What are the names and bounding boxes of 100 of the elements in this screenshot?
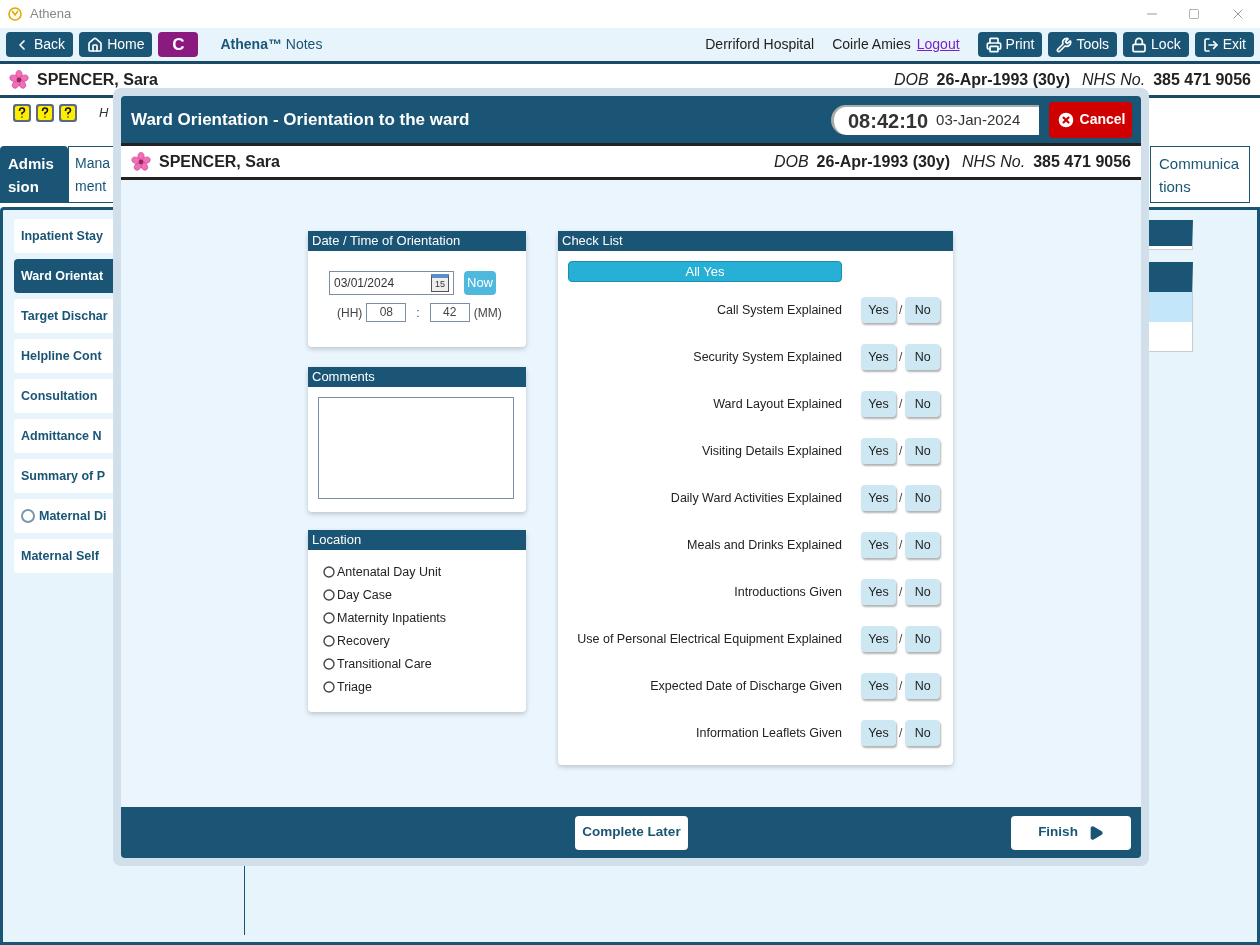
wrench-icon: [1056, 36, 1073, 53]
tab[interactable]: Communica tions: [1150, 146, 1250, 203]
checklist-label: Visiting Details Explained: [700, 442, 842, 460]
checklist-label: Ward Layout Explained: [712, 395, 842, 413]
radio-label: Transitional Care: [337, 655, 432, 673]
comments-field[interactable]: [318, 397, 514, 499]
lock-icon: [1131, 36, 1148, 53]
answer-toggle[interactable]: No: [905, 485, 941, 511]
radio-button[interactable]: [323, 566, 335, 578]
radio-button[interactable]: [323, 635, 335, 647]
answer-toggle[interactable]: Yes: [861, 579, 896, 605]
alert-icon[interactable]: [58, 103, 78, 123]
lock-button[interactable]: Lock: [1123, 32, 1189, 57]
answer-toggle[interactable]: Yes: [861, 673, 896, 699]
tools-button[interactable]: Tools: [1048, 32, 1118, 57]
back-button[interactable]: Back: [6, 32, 74, 57]
nhs-label: NHS No.: [1082, 69, 1146, 90]
answer-toggle[interactable]: No: [905, 532, 941, 558]
answer-toggle[interactable]: No: [905, 720, 941, 746]
exit-button[interactable]: Exit: [1194, 32, 1254, 57]
answer-toggle[interactable]: No: [905, 344, 941, 370]
letter-button[interactable]: C: [158, 32, 199, 57]
radio-label: Antenatal Day Unit: [337, 563, 442, 581]
answer-toggle[interactable]: No: [905, 579, 941, 605]
radio-label: Recovery: [337, 632, 390, 650]
printer-icon: [985, 36, 1002, 53]
info-text: H: [99, 104, 109, 123]
time-separator: :: [416, 304, 420, 322]
home-icon: [87, 36, 104, 53]
dialog-title: Ward Orientation - Orientation to the ward: [131, 108, 470, 131]
option-separator: /: [899, 396, 903, 413]
answer-toggle[interactable]: Yes: [861, 485, 896, 511]
radio-label: Triage: [337, 678, 372, 696]
nhs-label: NHS No.: [962, 151, 1026, 172]
nhs-value: 385 471 9056: [1033, 151, 1131, 172]
flower-icon: [9, 69, 29, 90]
answer-toggle[interactable]: Yes: [861, 626, 896, 652]
dob-value: 26-Apr-1993 (30y): [936, 69, 1070, 90]
option-separator: /: [899, 490, 903, 507]
answer-toggle[interactable]: No: [905, 673, 941, 699]
calendar-icon[interactable]: 15: [431, 274, 449, 292]
answer-toggle[interactable]: No: [905, 297, 941, 323]
finish-button[interactable]: Finish: [1011, 815, 1131, 850]
patient-name: SPENCER, Sara: [159, 151, 280, 172]
option-separator: /: [899, 349, 903, 366]
checklist-label: Security System Explained: [692, 348, 842, 366]
radio-button[interactable]: [323, 681, 335, 693]
tab[interactable]: Admis sion: [0, 146, 68, 203]
option-separator: /: [899, 678, 903, 695]
minute-field[interactable]: 42: [429, 303, 470, 322]
checklist-label: Introductions Given: [733, 583, 842, 601]
answer-toggle[interactable]: Yes: [861, 297, 896, 323]
option-separator: /: [899, 725, 903, 742]
answer-toggle[interactable]: Yes: [861, 720, 896, 746]
user-name: Coirle Amies: [832, 35, 911, 54]
alert-icon[interactable]: [12, 103, 32, 123]
panel-title: Date / Time of Orientation: [308, 231, 526, 251]
answer-toggle[interactable]: Yes: [861, 391, 896, 417]
option-separator: /: [899, 537, 903, 554]
complete-later-button[interactable]: Complete Later: [575, 815, 688, 850]
checklist-label: Use of Personal Electrical Equipment Explained: [576, 630, 842, 648]
app-logo-icon: [8, 7, 22, 21]
option-separator: /: [899, 443, 903, 460]
checklist-label: Meals and Drinks Explained: [686, 536, 842, 554]
answer-toggle[interactable]: No: [905, 626, 941, 652]
option-separator: /: [899, 584, 903, 601]
dob-value: 26-Apr-1993 (30y): [816, 151, 950, 172]
home-button[interactable]: Home: [79, 32, 153, 57]
radio-button[interactable]: [323, 589, 335, 601]
print-button[interactable]: Print: [977, 32, 1043, 57]
alert-icon[interactable]: [35, 103, 55, 123]
radio-label: Day Case: [337, 586, 392, 604]
checklist-label: Daily Ward Activities Explained: [669, 489, 842, 507]
close-circle-icon: [1055, 109, 1076, 130]
radio-button[interactable]: [323, 658, 335, 670]
hour-field[interactable]: 08: [366, 303, 407, 322]
dob-label: DOB: [893, 69, 929, 90]
hospital-name: Derriford Hospital: [705, 35, 815, 54]
app-name: Athena™ Notes: [220, 35, 323, 54]
answer-toggle[interactable]: No: [905, 391, 941, 417]
answer-toggle[interactable]: Yes: [861, 532, 896, 558]
clock-time: 08:42:10: [848, 108, 929, 134]
option-separator: /: [899, 302, 903, 319]
option-separator: /: [899, 631, 903, 648]
dob-label: DOB: [773, 151, 809, 172]
panel-title: Comments: [308, 367, 526, 387]
radio-label: Maternity Inpatients: [337, 609, 447, 627]
cancel-button[interactable]: Cancel: [1049, 101, 1132, 138]
answer-toggle[interactable]: Yes: [861, 344, 896, 370]
exit-icon: [1202, 36, 1219, 53]
checklist-label: Expected Date of Discharge Given: [649, 677, 842, 695]
radio-button[interactable]: [323, 612, 335, 624]
checklist-label: Information Leaflets Given: [695, 724, 842, 742]
hour-label: (HH): [337, 304, 363, 322]
date-field[interactable]: 03/01/2024 15: [329, 271, 454, 295]
flower-icon: [131, 151, 151, 172]
panel-title: Location: [308, 530, 526, 550]
logout-link[interactable]: Logout: [916, 34, 960, 55]
answer-toggle[interactable]: Yes: [861, 438, 896, 464]
answer-toggle[interactable]: No: [905, 438, 941, 464]
